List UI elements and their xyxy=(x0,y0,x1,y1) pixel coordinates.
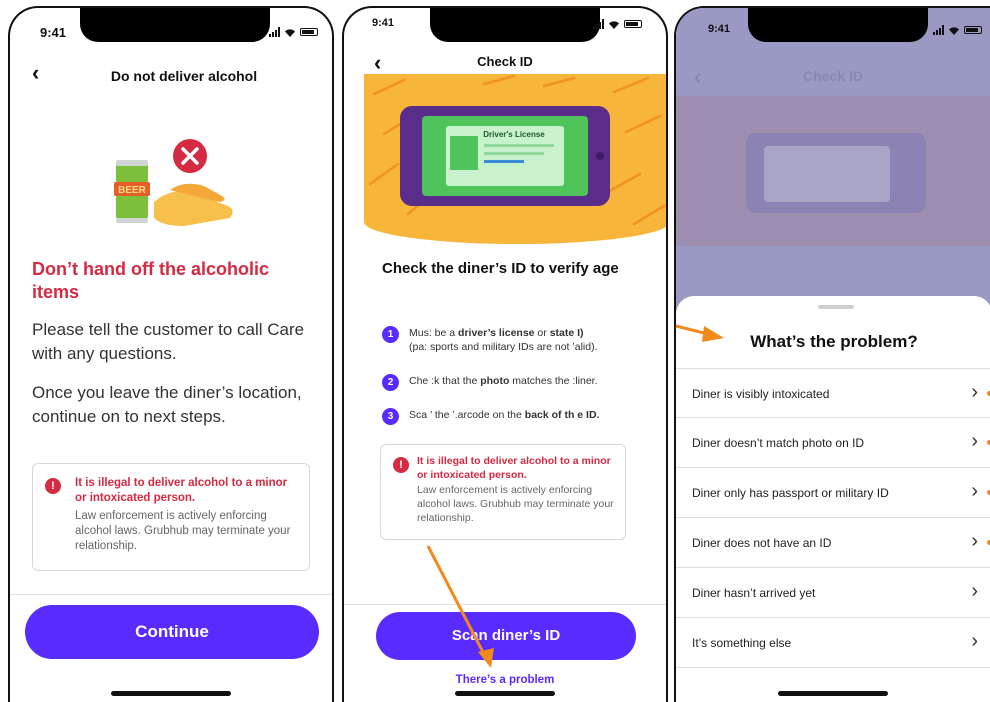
id-scan-banner: Driver's License xyxy=(364,74,666,244)
alert-icon: ! xyxy=(393,457,409,473)
alcohol-headline: Don’t hand off the alcoholic items xyxy=(32,259,269,302)
status-time: 9:41 xyxy=(40,25,67,40)
page-title: Do not deliver alcohol xyxy=(110,68,258,84)
wifi-icon xyxy=(949,26,959,35)
signal-icon xyxy=(593,19,604,29)
home-indicator xyxy=(111,691,231,696)
problem-option-label: Diner is visibly intoxicated xyxy=(692,387,830,401)
home-indicator xyxy=(455,691,555,696)
instruction-text: Please tell the customer to call Care wi… xyxy=(32,320,305,363)
problem-option[interactable]: Diner only has passport or military ID › xyxy=(676,468,990,518)
warning-title: It is illegal to deliver alcohol to a mi… xyxy=(75,477,288,504)
wifi-icon xyxy=(285,28,295,37)
problem-option-label: Diner only has passport or military ID xyxy=(692,486,889,500)
footer-divider xyxy=(344,604,666,605)
notch xyxy=(80,8,270,42)
wifi-icon xyxy=(609,20,619,29)
step-text: Che :k that the photo matches the :liner… xyxy=(409,375,598,387)
legal-warning-box: ! It is illegal to deliver alcohol to a … xyxy=(32,463,310,571)
verify-age-headline: Check the diner’s ID to verify age xyxy=(382,260,619,277)
notch xyxy=(430,8,600,42)
chevron-right-icon: › xyxy=(971,480,978,502)
signal-icon xyxy=(269,27,280,37)
step-text: Sca ’ the ’.arcode on the back of th e I… xyxy=(409,409,600,421)
phone-check-id: 9:41 ‹ Check ID Driver's License Check t… xyxy=(342,6,668,702)
status-icons xyxy=(933,25,982,35)
chevron-right-icon: › xyxy=(971,530,978,552)
step-number: 3 xyxy=(382,408,399,425)
status-time: 9:41 xyxy=(372,17,395,29)
chevron-right-icon: › xyxy=(971,381,978,403)
phone-id-illustration-icon: Driver's License xyxy=(368,74,666,226)
phone-problem-sheet: 9:41 ‹ Check ID What’s the problem? Dine… xyxy=(674,6,990,702)
battery-icon xyxy=(300,28,318,36)
warning-title: It is illegal to deliver alcohol to a mi… xyxy=(417,455,611,481)
scan-id-button[interactable]: Scan diner’s ID xyxy=(376,612,636,660)
alert-icon: ! xyxy=(45,478,61,494)
step-item: 1 Mus: be a driver’s license or state I)… xyxy=(382,326,632,354)
problem-option[interactable]: Diner hasn’t arrived yet › xyxy=(676,568,990,618)
step-item: 2 Che :k that the photo matches the :lin… xyxy=(382,374,632,391)
step-item: 3 Sca ’ the ’.arcode on the back of th e… xyxy=(382,408,632,425)
status-icons xyxy=(593,19,642,29)
problem-option[interactable]: Diner does not have an ID › xyxy=(676,518,990,568)
step-text: Mus: be a driver’s license or state I) (… xyxy=(409,327,598,353)
beer-hand-illustration-icon: BEER xyxy=(114,139,233,226)
problem-bottom-sheet: What’s the problem? Diner is visibly int… xyxy=(676,296,990,702)
problem-option[interactable]: Diner doesn’t match photo on ID › xyxy=(676,418,990,468)
dimmed-id-card xyxy=(764,146,890,202)
problem-option-label: Diner hasn’t arrived yet xyxy=(692,586,816,600)
step-number: 2 xyxy=(382,374,399,391)
battery-icon xyxy=(964,26,982,34)
page-title: Check ID xyxy=(803,68,863,84)
battery-icon xyxy=(624,20,642,28)
can-label-text: BEER xyxy=(118,185,147,196)
notch xyxy=(748,8,928,42)
problem-option[interactable]: Diner is visibly intoxicated › xyxy=(676,368,990,418)
phone-do-not-deliver: 9:41 ‹ Do not deliver alcohol BEER Don’t… xyxy=(8,6,334,702)
footer-divider xyxy=(10,594,332,595)
sheet-grabber[interactable] xyxy=(818,305,854,309)
chevron-right-icon: › xyxy=(971,430,978,452)
status-time: 9:41 xyxy=(708,23,731,35)
status-icons xyxy=(269,27,318,37)
sheet-title: What’s the problem? xyxy=(750,332,918,351)
problem-link[interactable]: There’s a problem xyxy=(344,674,666,686)
legal-warning-box: ! It is illegal to deliver alcohol to a … xyxy=(380,444,626,540)
problem-option-label: Diner doesn’t match photo on ID xyxy=(692,436,865,450)
next-steps-text: Once you leave the diner’s location, con… xyxy=(32,383,302,426)
warning-body: Law enforcement is actively enforcing al… xyxy=(417,484,614,524)
chevron-right-icon: › xyxy=(971,630,978,652)
problem-option-label: Diner does not have an ID xyxy=(692,536,832,550)
problem-option[interactable]: It’s something else › xyxy=(676,618,990,668)
card-label: Driver's License xyxy=(483,130,545,139)
home-indicator xyxy=(778,691,888,696)
flow-screenshots: 9:41 ‹ Do not deliver alcohol BEER Don’t… xyxy=(0,0,990,702)
chevron-right-icon: › xyxy=(971,580,978,602)
page-title: Check ID xyxy=(477,54,533,69)
continue-button[interactable]: Continue xyxy=(25,605,319,659)
step-number: 1 xyxy=(382,326,399,343)
signal-icon xyxy=(933,25,944,35)
problem-option-label: It’s something else xyxy=(692,636,792,650)
warning-body: Law enforcement is actively enforcing al… xyxy=(75,510,291,552)
